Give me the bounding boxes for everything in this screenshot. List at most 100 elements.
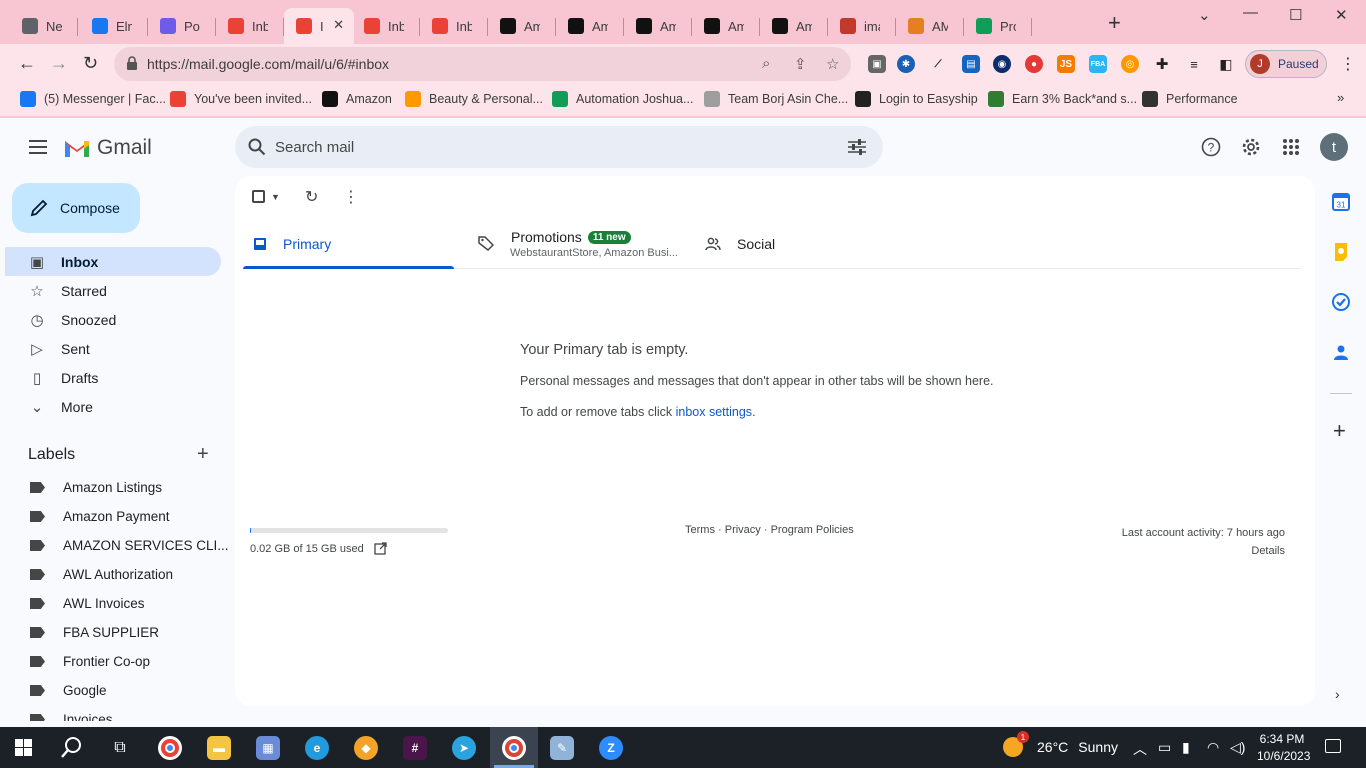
browser-tab[interactable]: Inbo (216, 8, 284, 44)
extensions-puzzle-icon[interactable]: ✚ (1153, 55, 1171, 73)
forward-icon[interactable]: → (50, 53, 68, 73)
label-item[interactable]: Invoices (5, 705, 231, 721)
telegram-icon[interactable]: ➤ (452, 736, 476, 760)
help-icon[interactable]: ? (1200, 136, 1222, 158)
nav-item-drafts[interactable]: ▯ Drafts (5, 363, 221, 392)
chrome-profile-taskbar-icon[interactable] (502, 736, 526, 760)
browser-tab[interactable]: AMZ (896, 8, 964, 44)
terms-link[interactable]: Terms (685, 524, 715, 536)
profile-button[interactable]: J Paused (1245, 50, 1327, 78)
browser-tab[interactable]: Profi (964, 8, 1032, 44)
nav-item-inbox[interactable]: ▣ Inbox (5, 247, 221, 276)
bookmark-item[interactable]: Amazon (322, 91, 392, 107)
slack-icon[interactable]: # (403, 736, 427, 760)
label-item[interactable]: Amazon Payment (5, 502, 231, 531)
search-options-icon[interactable] (848, 139, 866, 155)
activity-details-link[interactable]: Details (1122, 542, 1285, 560)
nav-item-more[interactable]: ⌄ More (5, 392, 221, 421)
browser-tab[interactable]: Inbo (352, 8, 420, 44)
label-item[interactable]: AWL Authorization (5, 560, 231, 589)
close-window-icon[interactable]: ✕ (1335, 6, 1348, 24)
browser-tab[interactable]: Post (148, 8, 216, 44)
tab-search-icon[interactable]: ⌄ (1198, 6, 1211, 24)
fba-icon[interactable]: FBA (1089, 55, 1107, 73)
label-item[interactable]: FBA SUPPLIER (5, 618, 231, 647)
url-text[interactable]: https://mail.google.com/mail/u/6/#inbox (147, 56, 389, 72)
privacy-link[interactable]: Privacy (725, 524, 761, 536)
chrome-taskbar-icon[interactable] (158, 736, 182, 760)
browser-tab[interactable]: New (10, 8, 78, 44)
zoom-app-icon[interactable]: Z (599, 736, 623, 760)
bookmark-item[interactable]: Performance (1142, 91, 1238, 107)
browser-tab[interactable]: Ama (624, 8, 692, 44)
minimize-icon[interactable]: — (1243, 4, 1258, 21)
weather-widget[interactable]: 1 26°C Sunny (1003, 731, 1118, 757)
search-input[interactable] (275, 136, 815, 158)
open-external-icon[interactable] (374, 542, 387, 555)
extension-off-icon[interactable]: ▣ (868, 55, 886, 73)
apps-grid-icon[interactable] (1280, 136, 1302, 158)
share-icon[interactable]: ⇪ (794, 55, 807, 73)
vpn-shield-icon[interactable]: ◆ (354, 736, 378, 760)
extension-icon[interactable]: ◎ (1121, 55, 1139, 73)
search-bar[interactable] (235, 126, 883, 168)
system-clock[interactable]: 6:34 PM 10/6/2023 (1257, 731, 1310, 765)
browser-tab[interactable]: I ✕ (284, 8, 354, 44)
browser-tab[interactable]: imag (828, 8, 896, 44)
back-icon[interactable]: ← (18, 53, 36, 73)
edge-icon[interactable]: e (305, 736, 329, 760)
select-all-checkbox[interactable]: ▼ (252, 190, 280, 203)
tab-promotions[interactable]: Promotions 11 new (470, 220, 695, 268)
browser-tab[interactable]: Ama (556, 8, 624, 44)
task-view-icon[interactable]: ⧉ (108, 736, 132, 760)
network-app-icon[interactable]: ▦ (256, 736, 280, 760)
contacts-icon[interactable] (1331, 342, 1351, 362)
media-queue-icon[interactable]: ≡ (1185, 55, 1203, 73)
zoom-icon[interactable]: ⌕ (762, 55, 770, 72)
js-icon[interactable]: JS (1057, 55, 1075, 73)
browser-tab[interactable]: Ama (488, 8, 556, 44)
inbox-settings-link[interactable]: inbox settings (676, 405, 752, 419)
browser-tab[interactable]: Ama (760, 8, 828, 44)
main-menu-icon[interactable] (29, 140, 47, 154)
more-actions-icon[interactable]: ⋮ (343, 187, 359, 207)
extension-ok-icon[interactable]: ▤ (962, 55, 980, 73)
bookmark-item[interactable]: (5) Messenger | Fac... (20, 91, 166, 107)
keep-icon[interactable] (1331, 242, 1351, 262)
account-avatar[interactable]: t (1320, 133, 1348, 161)
tasks-icon[interactable] (1331, 292, 1351, 312)
search-icon[interactable] (61, 736, 83, 758)
bookmark-item[interactable]: Automation Joshua... (552, 91, 693, 107)
new-tab-button[interactable]: + (1108, 12, 1121, 34)
address-bar[interactable]: https://mail.google.com/mail/u/6/#inbox … (114, 47, 851, 81)
bookmark-star-icon[interactable]: ☆ (826, 55, 839, 73)
tab-social[interactable]: Social (705, 220, 905, 268)
meet-now-icon[interactable]: ▭ (1158, 739, 1171, 756)
reload-icon[interactable]: ↻ (83, 53, 98, 73)
tab-primary[interactable]: Primary (243, 220, 454, 269)
wifi-icon[interactable]: ◠ (1207, 739, 1219, 756)
browser-tab[interactable]: Inbo (420, 8, 488, 44)
file-explorer-icon[interactable]: ▬ (207, 736, 231, 760)
get-addons-icon[interactable]: + (1333, 420, 1346, 442)
volume-icon[interactable]: ◁) (1230, 739, 1245, 756)
notifications-icon[interactable] (1325, 739, 1341, 753)
extension-icon[interactable]: ✱ (897, 55, 915, 73)
add-label-icon[interactable]: + (197, 444, 209, 464)
nav-item-starred[interactable]: ☆ Starred (5, 276, 221, 305)
label-item[interactable]: Google (5, 676, 231, 705)
bookmark-item[interactable]: Team Borj Asin Che... (704, 91, 848, 107)
battery-icon[interactable]: ▮ (1182, 739, 1190, 756)
label-item[interactable]: Frontier Co-op (5, 647, 231, 676)
expand-panel-chevron-icon[interactable]: › (1335, 686, 1340, 702)
bookmark-item[interactable]: You've been invited... (170, 91, 312, 107)
pokeball-icon[interactable]: ● (1025, 55, 1043, 73)
label-item[interactable]: AWL Invoices (5, 589, 231, 618)
settings-gear-icon[interactable] (1240, 136, 1262, 158)
windows-start-icon[interactable] (15, 739, 32, 756)
search-icon[interactable] (248, 138, 266, 156)
browser-tab[interactable]: Elme (80, 8, 148, 44)
extension-icon[interactable]: ⟋ (929, 55, 947, 73)
tray-overflow-icon[interactable]: ︿ (1133, 739, 1147, 759)
close-tab-icon[interactable]: ✕ (333, 17, 344, 33)
